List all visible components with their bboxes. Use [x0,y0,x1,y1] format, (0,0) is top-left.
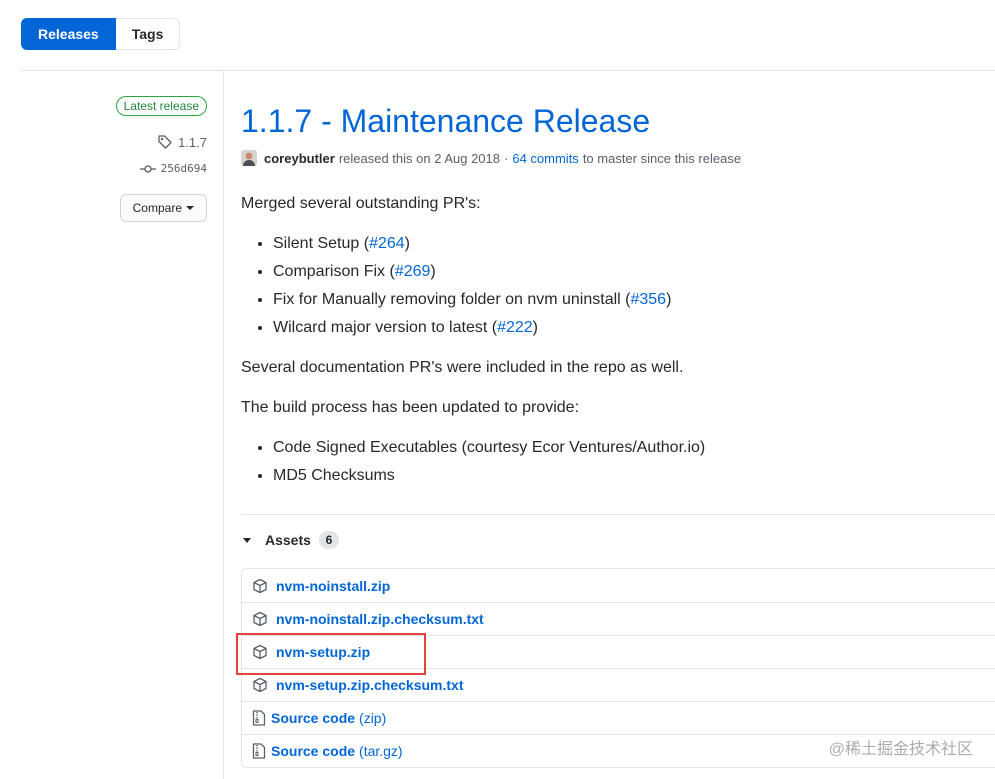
assets-label: Assets [265,532,311,548]
list-item: Code Signed Executables (courtesy Ecor V… [273,434,995,462]
tab-tags[interactable]: Tags [115,18,181,50]
asset-row: nvm-setup.zip.checksum.txt [242,668,995,701]
list-item: Comparison Fix (#269) [273,258,995,286]
tag-icon [158,135,172,149]
package-icon [253,578,267,593]
compare-label: Compare [132,201,182,215]
asset-download-link[interactable]: nvm-noinstall.zip [276,578,390,594]
pr-link[interactable]: #269 [395,263,431,280]
build-intro: The build process has been updated to pr… [241,399,580,416]
asset-row: nvm-setup.zip [242,635,995,668]
assets-toggle[interactable]: Assets 6 [243,531,339,549]
package-icon [253,677,267,693]
source-code-ext: (tar.gz) [359,743,403,759]
pr-link[interactable]: #222 [497,319,533,336]
list-item: Silent Setup (#264) [273,230,995,258]
build-list: Code Signed Executables (courtesy Ecor V… [241,434,995,490]
asset-row: nvm-noinstall.zip.checksum.txt [242,602,995,635]
source-code-ext: (zip) [359,710,387,726]
source-code-link[interactable]: Source code (zip) [271,710,386,726]
pr-link[interactable]: #264 [369,235,405,252]
tab-releases[interactable]: Releases [21,18,116,50]
release-notes: Merged several outstanding PR's: Silent … [241,190,995,490]
commit-sha: 256d694 [160,162,207,175]
avatar[interactable] [241,150,257,166]
pr-text: Comparison Fix ( [273,263,395,280]
triangle-down-icon [243,537,251,543]
notes-intro: Merged several outstanding PR's: [241,195,481,212]
release-tag-link[interactable]: 1.1.7 [157,134,207,150]
docs-note: Several documentation PR's were included… [241,359,684,376]
release-content: 1.1.7 - Maintenance Release coreybutler … [241,98,995,768]
asset-row: nvm-noinstall.zip [242,569,995,602]
pr-close: ) [404,235,410,252]
file-zip-icon [252,710,266,726]
commits-suffix: to master since this release [582,150,742,166]
watermark: @稀土掘金技术社区 [828,741,973,758]
commit-icon [139,164,156,173]
source-code-label: Source code [271,710,356,726]
file-zip-icon [252,743,266,759]
commits-link[interactable]: 64 commits [512,151,578,166]
asset-download-link[interactable]: nvm-noinstall.zip.checksum.txt [276,611,484,627]
package-icon [253,644,267,660]
release-title[interactable]: 1.1.7 - Maintenance Release [241,98,995,144]
list-item: MD5 Checksums [273,462,995,490]
commit-link[interactable]: 256d694 [139,162,207,175]
list-item: Fix for Manually removing folder on nvm … [273,286,995,314]
asset-download-link[interactable]: nvm-setup.zip.checksum.txt [276,677,464,693]
list-item: Wilcard major version to latest (#222) [273,314,995,342]
pr-close: ) [666,291,672,308]
pr-text: Fix for Manually removing folder on nvm … [273,291,631,308]
assets-divider [241,514,995,515]
pr-close: ) [430,263,436,280]
asset-row: Source code (zip) [242,701,995,734]
compare-button[interactable]: Compare [119,194,207,222]
package-icon [253,611,267,627]
asset-download-link[interactable]: nvm-setup.zip [276,644,370,660]
tag-label: 1.1.7 [178,134,207,150]
pr-text: Wilcard major version to latest ( [273,319,498,336]
pr-close: ) [532,319,538,336]
chevron-down-icon [186,206,194,210]
author-link[interactable]: coreybutler [264,151,335,166]
latest-release-badge: Latest release [115,96,207,116]
pr-link[interactable]: #356 [630,291,666,308]
release-byline: coreybutler released this on 2 Aug 2018 … [241,150,995,166]
pr-list: Silent Setup (#264) Comparison Fix (#269… [241,230,995,342]
pr-text: Silent Setup ( [273,235,370,252]
timeline-divider [223,71,224,779]
byline-separator: · [504,150,509,166]
release-tabs: Releases Tags [21,18,181,50]
source-code-link[interactable]: Source code (tar.gz) [271,743,403,759]
source-code-label: Source code [271,743,356,759]
assets-count-badge: 6 [318,531,339,549]
header-divider [21,70,995,71]
released-date-text: released this on 2 Aug 2018 [338,150,500,166]
